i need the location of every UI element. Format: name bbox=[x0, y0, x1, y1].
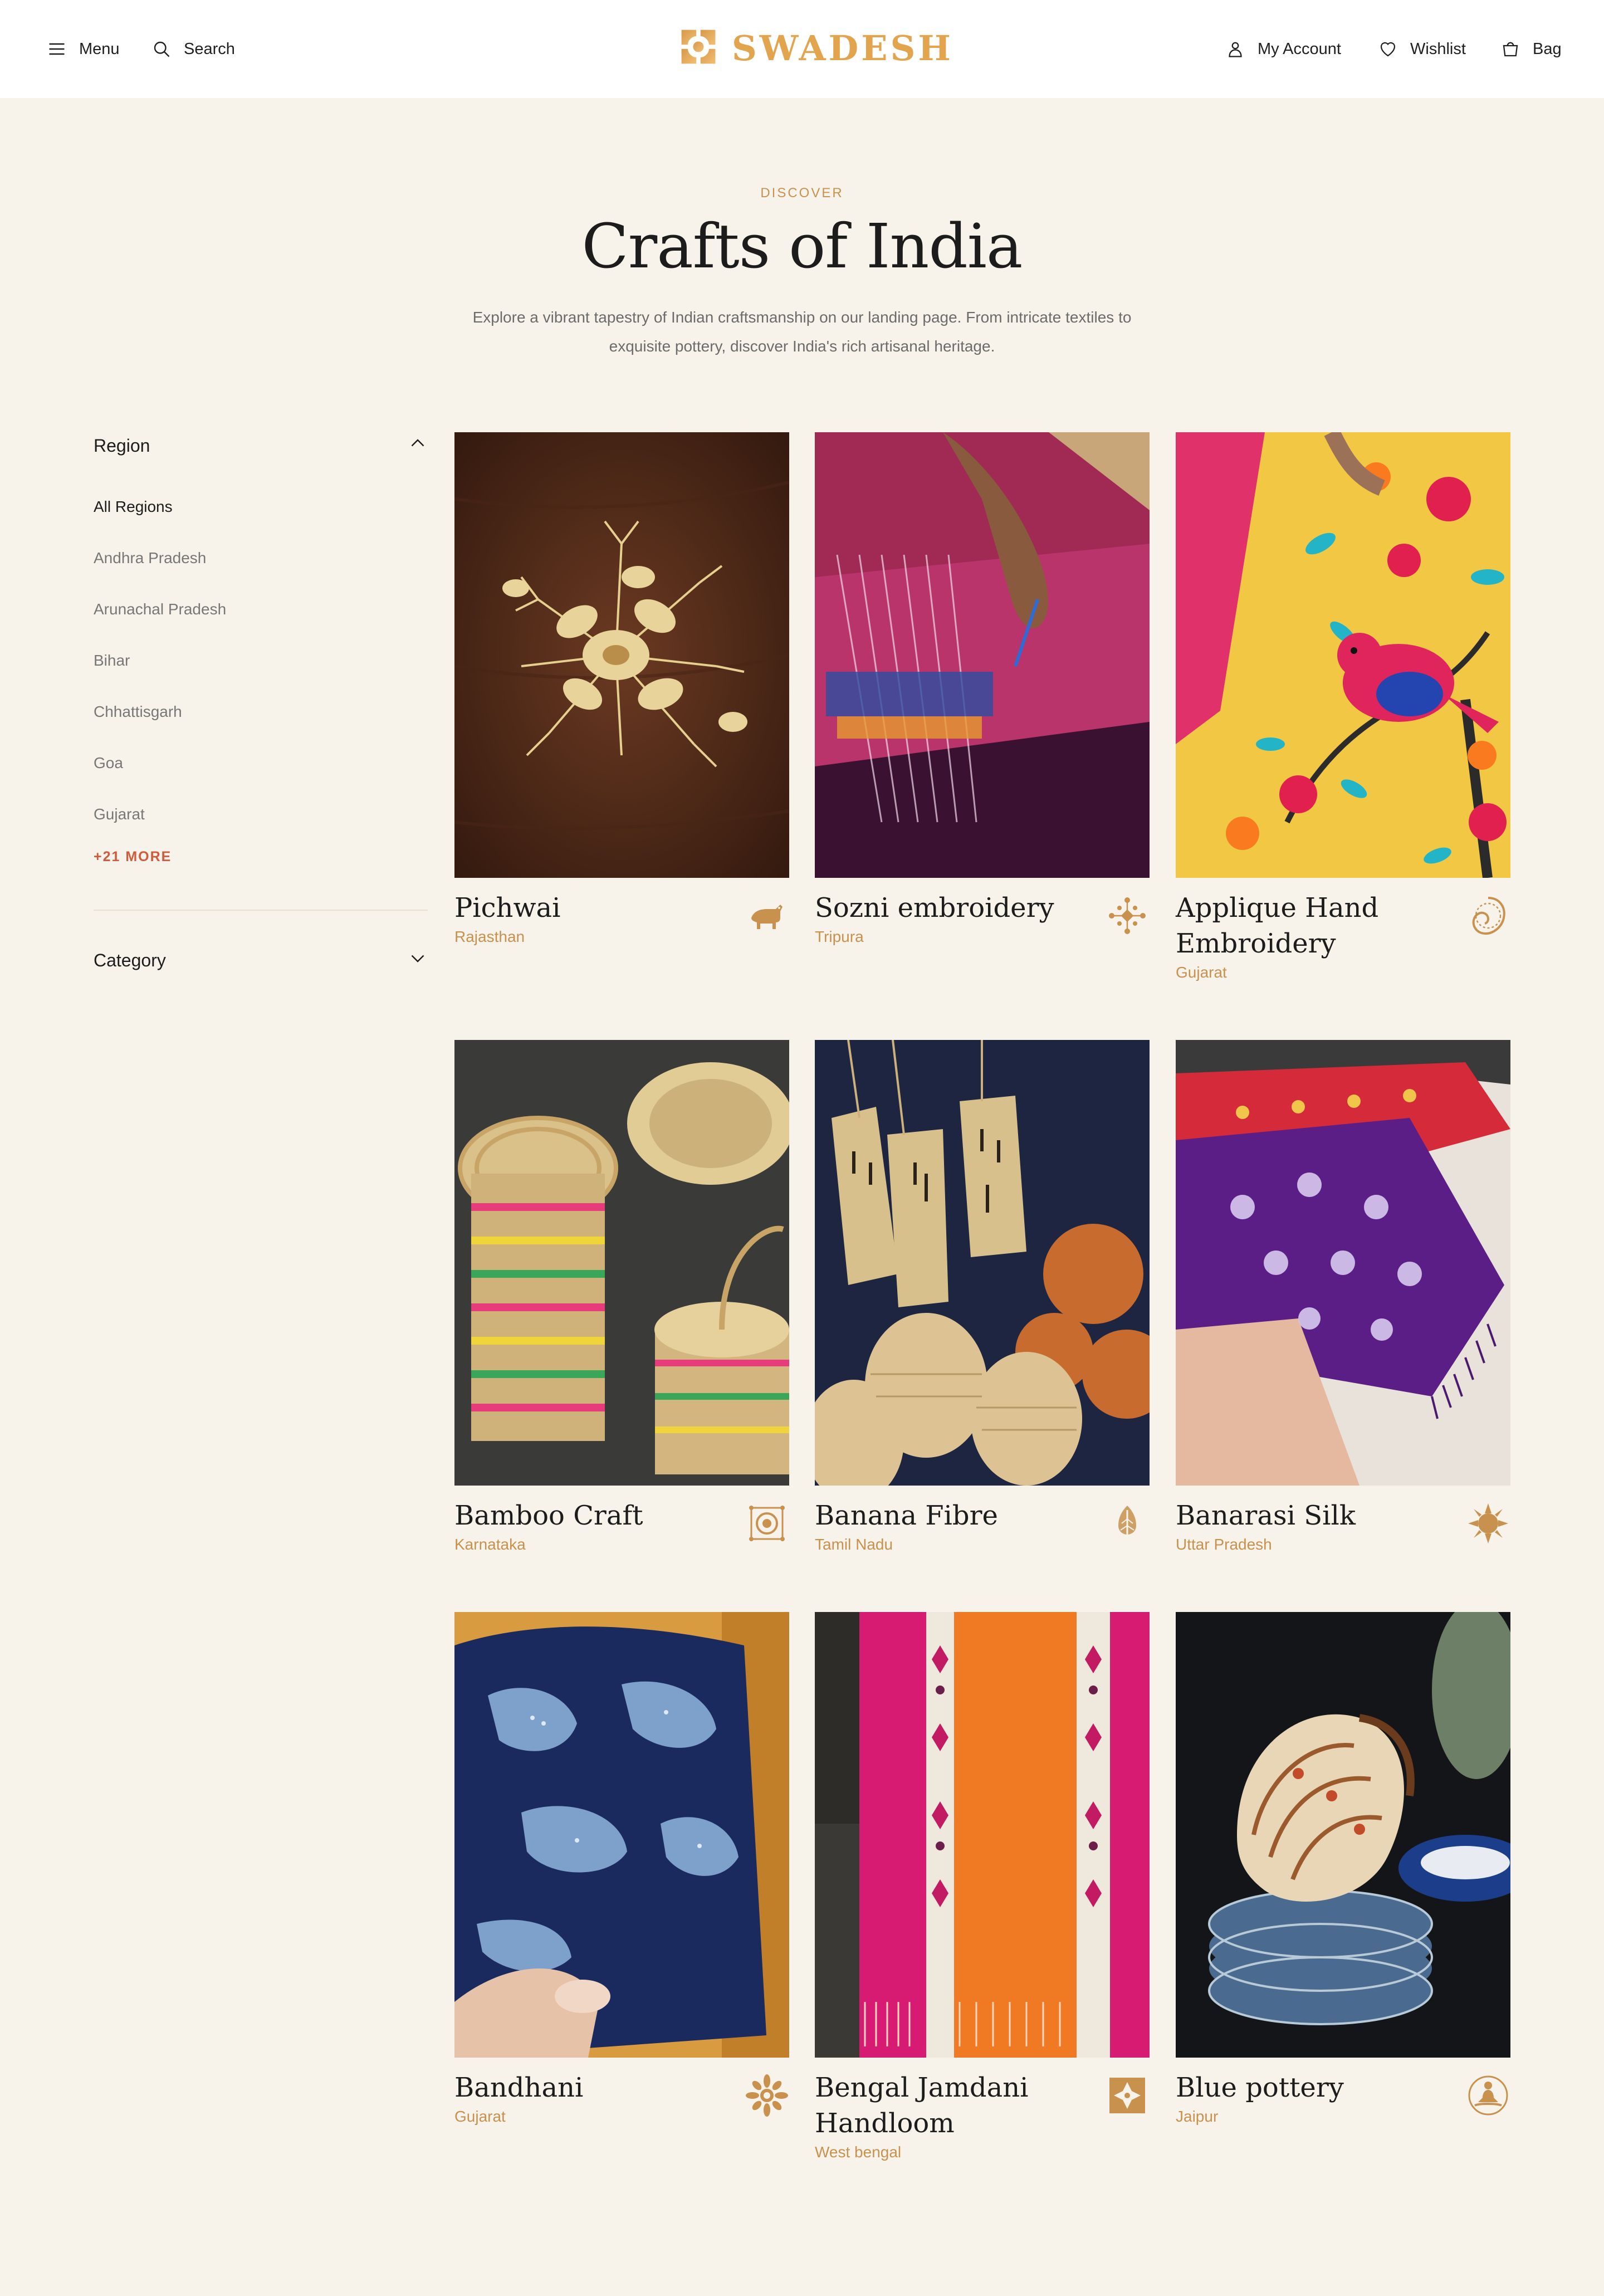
craft-card-sozni-embroidery[interactable]: Sozni embroidery Tripura bbox=[815, 432, 1150, 989]
craft-card-pichwai[interactable]: Pichwai Rajasthan bbox=[454, 432, 789, 989]
region-filter-title: Region bbox=[94, 435, 150, 456]
category-filter-title: Category bbox=[94, 950, 166, 970]
craft-name: Bengal Jamdani Handloom bbox=[815, 2072, 1029, 2139]
search-button[interactable]: Search bbox=[151, 33, 235, 65]
brand-wordmark: SWADESH bbox=[732, 27, 953, 69]
page-title: Crafts of India bbox=[581, 211, 1023, 282]
search-icon bbox=[151, 39, 172, 59]
hero-intro: Explore a vibrant tapestry of Indian cra… bbox=[472, 309, 1132, 355]
chevron-down-icon bbox=[408, 948, 428, 973]
craft-photo-bandhani bbox=[454, 1612, 789, 2058]
craft-card-bandhani[interactable]: Bandhani Gujarat bbox=[454, 1612, 789, 2169]
craft-card-applique-hand-embroidery[interactable]: Applique Hand Embroidery Gujarat bbox=[1176, 432, 1510, 989]
craft-name: Banarasi Silk bbox=[1176, 1500, 1356, 1531]
user-icon bbox=[1225, 39, 1245, 59]
bag-label: Bag bbox=[1533, 40, 1562, 58]
region-item-arunachal-pradesh[interactable]: Arunachal Pradesh bbox=[94, 593, 428, 644]
my-account-label: My Account bbox=[1258, 40, 1341, 58]
craft-region: West bengal bbox=[815, 2143, 902, 2161]
craft-card-banarasi-silk[interactable]: Banarasi Silk Uttar Pradesh bbox=[1176, 1040, 1510, 1564]
craft-photo-sozni-embroidery bbox=[815, 432, 1150, 878]
craft-name: Bamboo Craft bbox=[454, 1500, 643, 1531]
chevron-up-icon bbox=[408, 433, 428, 458]
menu-button[interactable]: Menu bbox=[47, 33, 120, 65]
cow-icon bbox=[745, 893, 789, 938]
wishlist-link[interactable]: Wishlist bbox=[1378, 33, 1466, 65]
category-filter-toggle[interactable]: Category bbox=[94, 944, 428, 977]
menu-label: Menu bbox=[79, 40, 120, 58]
craft-region: Tripura bbox=[815, 928, 864, 945]
craft-name: Sozni embroidery bbox=[815, 892, 1054, 924]
kolam-icon bbox=[1105, 893, 1150, 938]
region-item-bihar[interactable]: Bihar bbox=[94, 644, 428, 695]
paisley-icon bbox=[1466, 893, 1510, 938]
craft-name: Banana Fibre bbox=[815, 1500, 998, 1531]
bag-link[interactable]: Bag bbox=[1500, 33, 1562, 65]
craft-card-bamboo-craft[interactable]: Bamboo Craft Karnataka bbox=[454, 1040, 789, 1564]
brand-logo[interactable]: SWADESH bbox=[677, 25, 953, 71]
search-label: Search bbox=[184, 40, 235, 58]
craft-region: Gujarat bbox=[454, 2108, 506, 2125]
craft-name: Blue pottery bbox=[1176, 2072, 1344, 2103]
craft-region: Gujarat bbox=[1176, 964, 1227, 981]
craft-card-bengal-jamdani-handloom[interactable]: Bengal Jamdani Handloom West bengal bbox=[815, 1612, 1150, 2169]
filter-divider bbox=[94, 910, 428, 911]
heart-icon bbox=[1378, 39, 1398, 59]
banana-leaf-icon bbox=[1105, 1501, 1150, 1546]
craft-region: Tamil Nadu bbox=[815, 1536, 893, 1553]
swadesh-emblem-icon bbox=[677, 25, 720, 71]
region-item-gujarat[interactable]: Gujarat bbox=[94, 798, 428, 849]
show-more-regions-link[interactable]: +21 MORE bbox=[94, 849, 172, 865]
hamburger-menu-icon bbox=[47, 39, 67, 59]
region-filter-toggle[interactable]: Region bbox=[94, 429, 428, 462]
my-account-link[interactable]: My Account bbox=[1225, 33, 1341, 65]
craft-region: Rajasthan bbox=[454, 928, 525, 945]
craft-photo-blue-pottery bbox=[1176, 1612, 1510, 2058]
region-item-all-regions[interactable]: All Regions bbox=[94, 490, 428, 541]
jamdani-tile-icon bbox=[1105, 2073, 1150, 2118]
region-item-chhattisgarh[interactable]: Chhattisgarh bbox=[94, 695, 428, 746]
sun-icon bbox=[1466, 1501, 1510, 1546]
craft-name: Bandhani bbox=[454, 2072, 584, 2103]
region-list: All Regions Andhra Pradesh Arunachal Pra… bbox=[94, 490, 428, 849]
medallion-icon bbox=[745, 1501, 789, 1546]
hero-eyebrow: DISCOVER bbox=[760, 185, 844, 201]
mandala-icon bbox=[745, 2073, 789, 2118]
craft-photo-bengal-jamdani-handloom bbox=[815, 1612, 1150, 2058]
wishlist-label: Wishlist bbox=[1410, 40, 1466, 58]
craft-name: Applique Hand Embroidery bbox=[1176, 892, 1379, 959]
region-item-goa[interactable]: Goa bbox=[94, 746, 428, 798]
craft-region: Uttar Pradesh bbox=[1176, 1536, 1272, 1553]
craft-card-blue-pottery[interactable]: Blue pottery Jaipur bbox=[1176, 1612, 1510, 2169]
craft-photo-banarasi-silk bbox=[1176, 1040, 1510, 1486]
craft-card-banana-fibre[interactable]: Banana Fibre Tamil Nadu bbox=[815, 1040, 1150, 1564]
craft-name: Pichwai bbox=[454, 892, 561, 924]
craft-photo-pichwai bbox=[454, 432, 789, 878]
region-item-andhra-pradesh[interactable]: Andhra Pradesh bbox=[94, 541, 428, 593]
craft-photo-applique-hand-embroidery bbox=[1176, 432, 1510, 878]
top-navigation-bar: Menu Search SWADESH My Account Wishlist … bbox=[0, 0, 1604, 98]
craft-region: Karnataka bbox=[454, 1536, 526, 1553]
meditation-icon bbox=[1466, 2073, 1510, 2118]
shopping-bag-icon bbox=[1500, 39, 1520, 59]
craft-region: Jaipur bbox=[1176, 2108, 1219, 2125]
craft-photo-bamboo-craft bbox=[454, 1040, 789, 1486]
craft-photo-banana-fibre bbox=[815, 1040, 1150, 1486]
